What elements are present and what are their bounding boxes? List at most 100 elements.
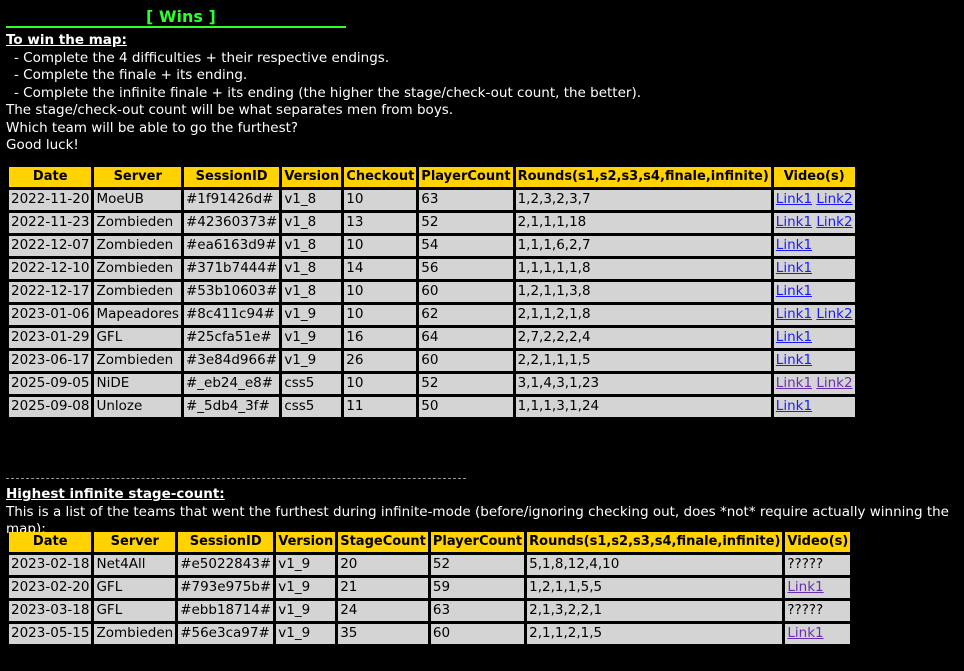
video-link-1[interactable]: Link1 [787, 579, 823, 595]
video-link-2[interactable]: Link2 [816, 214, 852, 230]
cell-videos: Link1 [773, 259, 855, 279]
video-link-1[interactable]: Link1 [776, 398, 812, 414]
cell-version: v1_9 [282, 328, 342, 348]
video-link-2[interactable]: Link2 [816, 375, 852, 391]
cell-server: GFL [94, 601, 176, 621]
col-header-version: Version [276, 532, 336, 552]
cell-stagecount: 35 [338, 624, 428, 644]
infinite-table-header-row: Date Server SessionID Version StageCount… [9, 532, 851, 552]
cell-rounds: 1,2,1,1,3,8 [515, 282, 771, 302]
cell-date: 2023-06-17 [9, 351, 92, 371]
wins-line: Good luck! [6, 137, 79, 153]
cell-rounds: 1,1,1,1,1,8 [515, 259, 771, 279]
cell-rounds: 5,1,8,12,4,10 [527, 555, 783, 575]
col-header-rounds: Rounds(s1,s2,s3,s4,finale,infinite) [515, 167, 771, 187]
cell-rounds: 1,2,1,1,5,5 [527, 578, 783, 598]
cell-sessionid: #53b10603# [183, 282, 280, 302]
cell-version: v1_8 [282, 282, 342, 302]
cell-server: Zombieden [94, 624, 176, 644]
video-link-1[interactable]: Link1 [776, 329, 812, 345]
cell-version: css5 [282, 374, 342, 394]
col-header-checkout: Checkout [344, 167, 417, 187]
cell-date: 2023-03-18 [9, 601, 92, 621]
cell-playercount: 50 [419, 397, 513, 417]
cell-videos: Link1 [773, 397, 855, 417]
cell-videos: Link1 [773, 351, 855, 371]
video-link-1[interactable]: Link1 [776, 191, 812, 207]
cell-checkout: 10 [344, 190, 417, 210]
table-row: 2022-12-07 Zombieden #ea6163d9# v1_8 10 54 1,1… [9, 236, 855, 256]
section-divider [6, 470, 466, 479]
cell-sessionid: #ebb18714# [178, 601, 274, 621]
wins-intro: To win the map: - Complete the 4 difficu… [6, 32, 946, 155]
video-link-1[interactable]: Link1 [776, 352, 812, 368]
table-row: 2023-01-06 Mapeadores #8c411c94# v1_9 10 62 2,… [9, 305, 855, 325]
video-link-2[interactable]: Link2 [816, 191, 852, 207]
wins-line: The stage/check-out count will be what s… [6, 102, 454, 118]
cell-date: 2025-09-05 [9, 374, 92, 394]
cell-version: css5 [282, 397, 342, 417]
video-link-1[interactable]: Link1 [787, 625, 823, 641]
cell-sessionid: #25cfa51e# [183, 328, 280, 348]
cell-playercount: 56 [419, 259, 513, 279]
cell-sessionid: #_5db4_3f# [183, 397, 280, 417]
cell-videos: ????? [785, 555, 851, 575]
cell-server: Zombieden [94, 236, 181, 256]
cell-stagecount: 24 [338, 601, 428, 621]
col-header-date: Date [9, 532, 92, 552]
cell-server: Net4All [94, 555, 176, 575]
col-header-videos: Video(s) [785, 532, 851, 552]
cell-checkout: 11 [344, 397, 417, 417]
infinite-table: Date Server SessionID Version StageCount… [6, 529, 853, 647]
cell-date: 2022-11-20 [9, 190, 92, 210]
cell-checkout: 10 [344, 236, 417, 256]
wins-section-title: [ Wins ] [6, 8, 346, 28]
video-link-1[interactable]: Link1 [776, 306, 812, 322]
cell-checkout: 16 [344, 328, 417, 348]
cell-checkout: 14 [344, 259, 417, 279]
cell-sessionid: #8c411c94# [183, 305, 280, 325]
cell-playercount: 54 [419, 236, 513, 256]
video-link-2[interactable]: Link2 [816, 306, 852, 322]
video-link-1[interactable]: Link1 [776, 237, 812, 253]
infinite-subheading: Highest infinite stage-count: [6, 486, 225, 502]
cell-videos: ????? [785, 601, 851, 621]
video-link-1[interactable]: Link1 [776, 260, 812, 276]
col-header-playercount: PlayerCount [419, 167, 513, 187]
cell-version: v1_8 [282, 213, 342, 233]
wins-table-header-row: Date Server SessionID Version Checkout P… [9, 167, 855, 187]
col-header-videos: Video(s) [773, 167, 855, 187]
cell-version: v1_9 [276, 601, 336, 621]
cell-sessionid: #371b7444# [183, 259, 280, 279]
cell-sessionid: #ea6163d9# [183, 236, 280, 256]
cell-videos: Link1 Link2 [773, 213, 855, 233]
cell-date: 2023-02-18 [9, 555, 92, 575]
wins-line: Which team will be able to go the furthe… [6, 119, 299, 136]
cell-date: 2022-12-17 [9, 282, 92, 302]
col-header-version: Version [282, 167, 342, 187]
cell-date: 2022-12-10 [9, 259, 92, 279]
cell-checkout: 26 [344, 351, 417, 371]
cell-playercount: 52 [419, 213, 513, 233]
table-row: 2025-09-08 Unloze #_5db4_3f# css5 11 50 1,1,1,… [9, 397, 855, 417]
cell-rounds: 1,2,3,2,3,7 [515, 190, 771, 210]
cell-videos: Link1 [773, 328, 855, 348]
cell-server: NiDE [94, 374, 181, 394]
cell-version: v1_9 [276, 555, 336, 575]
video-unknown: ????? [787, 556, 824, 573]
cell-date: 2022-12-07 [9, 236, 92, 256]
wins-subheading: To win the map: [6, 32, 127, 48]
cell-date: 2022-11-23 [9, 213, 92, 233]
table-row: 2022-12-10 Zombieden #371b7444# v1_8 14 56 1,1… [9, 259, 855, 279]
cell-checkout: 10 [344, 305, 417, 325]
table-row: 2023-02-18 Net4All #e5022843# v1_9 20 52 5,1,8… [9, 555, 851, 575]
video-link-1[interactable]: Link1 [776, 214, 812, 230]
video-link-1[interactable]: Link1 [776, 375, 812, 391]
wins-bullet: - Complete the 4 difficulties + their re… [14, 49, 390, 66]
cell-version: v1_9 [282, 351, 342, 371]
cell-playercount: 62 [419, 305, 513, 325]
cell-rounds: 1,1,1,3,1,24 [515, 397, 771, 417]
video-link-1[interactable]: Link1 [776, 283, 812, 299]
table-row: 2023-06-17 Zombieden #3e84d966# v1_9 26 60 2,2… [9, 351, 855, 371]
cell-sessionid: #56e3ca97# [178, 624, 274, 644]
